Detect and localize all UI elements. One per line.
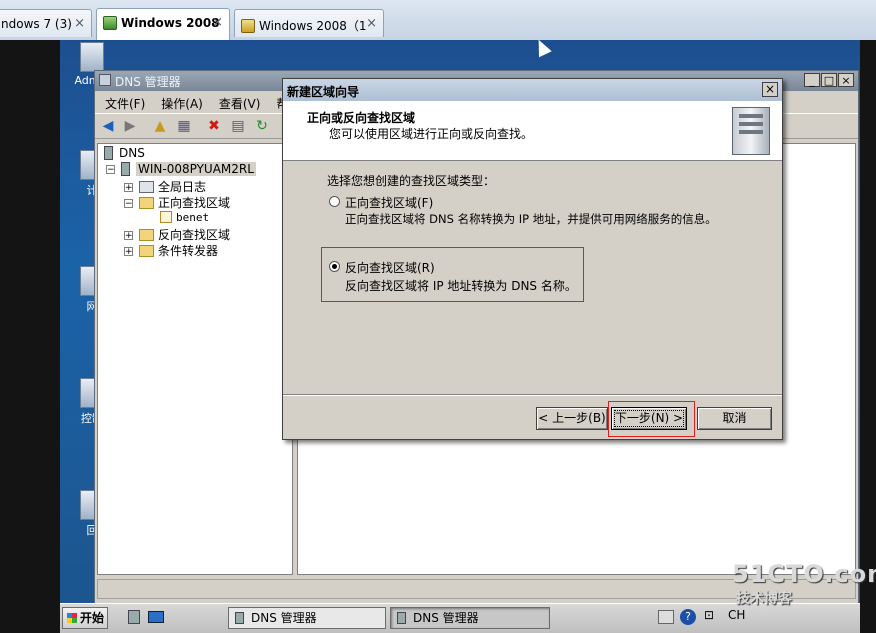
vm-running-icon: [103, 16, 117, 30]
watermark: 51CTO.com 技术博客: [732, 560, 876, 607]
tree-item-reverse-lookup[interactable]: + 反向查找区域: [124, 226, 230, 242]
zone-type-prompt: 选择您想创建的查找区域类型：: [327, 174, 496, 188]
folder-icon: [80, 42, 104, 72]
forward-arrow-icon[interactable]: ▶: [121, 117, 139, 135]
browser-tab-strip: ndows 7 (3) × Windows 2008 × Windows 200…: [0, 0, 876, 41]
vm-paused-icon: [241, 19, 255, 33]
tab-label: Windows 2008（1: [259, 19, 367, 33]
taskbar-item-dns-manager[interactable]: DNS 管理器: [228, 607, 386, 629]
dns-server-icon: [99, 74, 111, 86]
language-indicator[interactable]: CH: [728, 608, 745, 622]
menu-action[interactable]: 操作(A): [161, 97, 203, 111]
button-separator: [283, 394, 782, 396]
tree-item-dns[interactable]: DNS: [104, 146, 145, 162]
highlight-box-next: [608, 401, 695, 437]
console-tree: DNS − WIN-008PYUAM2RL + 全局日志 − 正向查找区域 benet…: [97, 143, 293, 575]
maximize-button[interactable]: □: [821, 73, 837, 87]
tab-label: ndows 7 (3): [1, 17, 72, 31]
folder-icon: [139, 197, 154, 209]
system-tray: ? ⊡ CH: [650, 606, 860, 630]
close-button[interactable]: ×: [762, 82, 778, 97]
tab-windows-7[interactable]: ndows 7 (3) ×: [0, 9, 92, 37]
wizard-subheading: 您可以使用区域进行正向或反向查找。: [329, 127, 534, 141]
collapse-icon[interactable]: −: [124, 199, 133, 209]
server-icon: [732, 107, 770, 155]
tree-item-forward-lookup[interactable]: − 正向查找区域: [124, 194, 230, 210]
zone-icon: [160, 211, 172, 223]
taskbar-item-dns-manager-active[interactable]: DNS 管理器: [390, 607, 550, 629]
wizard-title: 新建区域向导: [287, 85, 360, 99]
tab-windows-2008[interactable]: Windows 2008 ×: [96, 8, 230, 40]
close-button[interactable]: ×: [838, 73, 854, 87]
back-arrow-icon[interactable]: ◀: [99, 117, 117, 135]
properties-icon[interactable]: ▤: [229, 117, 247, 135]
folder-icon: [139, 245, 154, 257]
wizard-titlebar[interactable]: 新建区域向导 ×: [283, 79, 782, 101]
server-manager-icon[interactable]: [128, 610, 140, 624]
reverse-lookup-radio[interactable]: [329, 261, 340, 272]
forward-lookup-description: 正向查找区域将 DNS 名称转换为 IP 地址，并提供可用网络服务的信息。: [345, 212, 717, 226]
collapse-icon[interactable]: −: [106, 165, 115, 175]
reverse-lookup-description: 反向查找区域将 IP 地址转换为 DNS 名称。: [345, 279, 577, 293]
close-icon[interactable]: ×: [212, 15, 223, 30]
delete-icon[interactable]: ✖: [205, 117, 223, 135]
window-title: DNS 管理器: [115, 75, 181, 89]
folder-icon: [139, 229, 154, 241]
keyboard-icon[interactable]: [658, 610, 674, 624]
up-folder-icon[interactable]: ▲: [151, 117, 169, 135]
wizard-header: 正向或反向查找区域 您可以使用区域进行正向或反向查找。: [283, 101, 782, 161]
forward-lookup-radio[interactable]: [329, 196, 340, 207]
reverse-lookup-label[interactable]: 反向查找区域(R): [345, 259, 435, 276]
server-icon: [121, 162, 130, 176]
cancel-button[interactable]: 取消: [697, 407, 772, 430]
expand-icon[interactable]: +: [124, 231, 133, 241]
tree-item-server[interactable]: − WIN-008PYUAM2RL: [106, 162, 256, 178]
forward-lookup-label[interactable]: 正向查找区域(F): [345, 194, 433, 211]
tab-windows-2008-1[interactable]: Windows 2008（1 ×: [234, 9, 384, 37]
close-icon[interactable]: ×: [74, 16, 85, 31]
wizard-heading: 正向或反向查找区域: [307, 111, 416, 125]
dns-icon: [104, 146, 113, 160]
network-status-icon[interactable]: ⊡: [704, 608, 714, 622]
menu-view[interactable]: 查看(V): [219, 97, 261, 111]
help-icon[interactable]: ?: [680, 609, 696, 625]
show-hide-tree-icon[interactable]: ▦: [175, 117, 193, 135]
tree-item-conditional-forwarders[interactable]: + 条件转发器: [124, 242, 218, 258]
log-icon: [139, 181, 154, 193]
tab-label: Windows 2008: [121, 16, 220, 30]
show-desktop-icon[interactable]: [148, 611, 164, 623]
menu-file[interactable]: 文件(F): [105, 97, 145, 111]
start-button[interactable]: 开始: [62, 607, 108, 629]
back-button[interactable]: < 上一步(B): [536, 407, 608, 430]
new-zone-wizard-dialog: 新建区域向导 × 正向或反向查找区域 您可以使用区域进行正向或反向查找。 选择您…: [282, 78, 783, 440]
tree-item-global-logs[interactable]: + 全局日志: [124, 178, 206, 194]
expand-icon[interactable]: +: [124, 247, 133, 257]
tree-item-benet[interactable]: benet: [160, 210, 209, 226]
minimize-button[interactable]: _: [804, 73, 820, 87]
close-icon[interactable]: ×: [366, 16, 377, 31]
expand-icon[interactable]: +: [124, 183, 133, 193]
refresh-icon[interactable]: ↻: [253, 117, 271, 135]
